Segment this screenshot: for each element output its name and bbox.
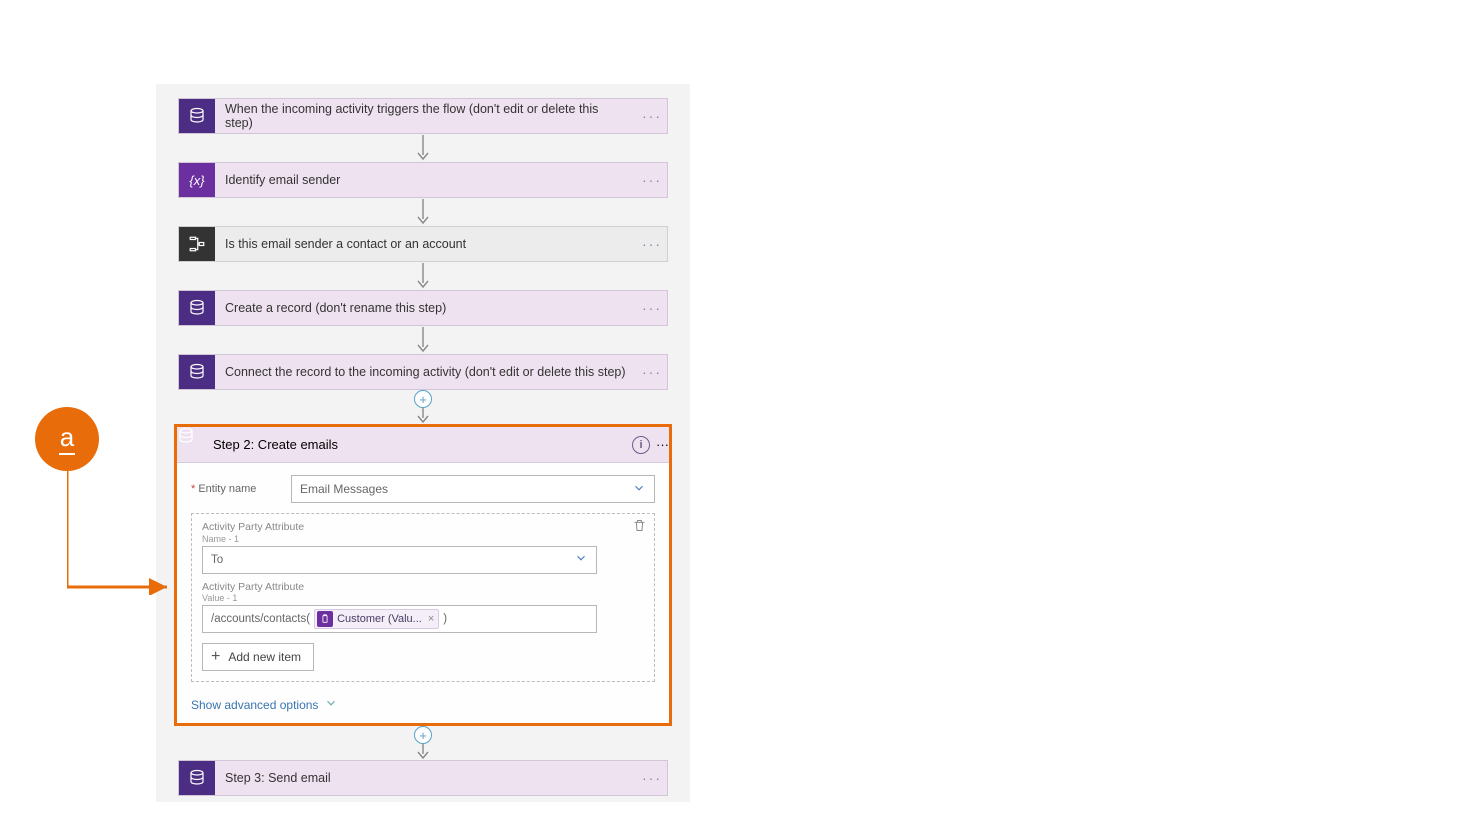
flow-step-create-record[interactable]: Create a record (don't rename this step)… [178,290,668,326]
flow-step-connect-record[interactable]: Connect the record to the incoming activ… [178,354,668,390]
step-label: Step 3: Send email [215,761,637,795]
database-icon [179,761,215,795]
step-label: Identify email sender [215,163,637,197]
variable-icon: {x} [179,163,215,197]
step-menu-button[interactable]: ··· [637,163,667,197]
step-menu-button[interactable]: ··· [637,291,667,325]
attr1-sub: Name - 1 [202,534,644,544]
dynamic-token[interactable]: Customer (Valu... × [314,609,439,629]
entity-name-value: Email Messages [300,482,388,496]
step-menu-button[interactable]: ··· [637,227,667,261]
flow-step-trigger[interactable]: When the incoming activity triggers the … [178,98,668,134]
flow-step-identify[interactable]: {x} Identify email sender ··· [178,162,668,198]
step-label: When the incoming activity triggers the … [215,99,637,133]
add-step-button[interactable]: + [414,390,432,408]
callout-letter: a [60,424,74,450]
attr2-input[interactable]: /accounts/contacts( Customer (Valu... × … [202,605,597,633]
expanded-title: Step 2: Create emails [213,437,632,452]
connector [156,134,690,162]
step-label: Connect the record to the incoming activ… [215,355,637,389]
attr2-prefix: /accounts/contacts( [211,613,310,625]
chevron-down-icon [574,551,588,568]
attr2-label: Activity Party Attribute [202,582,644,594]
attr1-select[interactable]: To [202,546,597,574]
attr2-sub: Value - 1 [202,593,644,603]
add-step-button[interactable]: + [414,726,432,744]
connector [156,262,690,290]
callout-connector [67,471,175,595]
switch-icon [179,227,215,261]
flow-step-condition[interactable]: Is this email sender a contact or an acc… [178,226,668,262]
entity-name-select[interactable]: Email Messages [291,475,655,503]
entity-name-label: * Entity name [191,483,291,495]
step-label: Create a record (don't rename this step) [215,291,637,325]
clipboard-icon [317,611,333,627]
step-menu-button[interactable]: ··· [637,355,667,389]
database-icon [179,355,215,389]
info-icon[interactable]: i [632,436,650,454]
plus-icon: + [211,648,220,666]
attr2-suffix: ) [443,613,447,625]
show-advanced-options-link[interactable]: Show advanced options [191,696,338,713]
show-adv-label: Show advanced options [191,698,318,712]
add-new-item-button[interactable]: + Add new item [202,643,314,671]
chevron-down-icon [324,696,338,713]
attr1-label: Activity Party Attribute [202,522,644,534]
step-menu-button[interactable]: ··· [656,437,669,452]
flow-step-send-email[interactable]: Step 3: Send email ··· [178,760,668,796]
connector [156,198,690,226]
expanded-body: * Entity name Email Messages Activity Pa… [177,463,669,723]
callout-badge: a [35,407,99,471]
step-menu-button[interactable]: ··· [637,99,667,133]
activity-party-group: Activity Party Attribute Name - 1 To Act… [191,513,655,682]
remove-token-button[interactable]: × [428,613,434,625]
callout-circle: a [35,407,99,471]
database-icon [177,427,213,463]
callout-underline [59,453,75,455]
expanded-header[interactable]: Step 2: Create emails i ··· [177,427,669,463]
connector [156,326,690,354]
database-icon [179,291,215,325]
add-item-label: Add new item [228,650,301,664]
connector-with-add: + [156,390,690,424]
delete-group-button[interactable] [632,518,648,534]
step-label: Is this email sender a contact or an acc… [215,227,637,261]
entity-name-row: * Entity name Email Messages [191,475,655,503]
connector-with-add: + [156,726,690,760]
attr1-value: To [211,554,223,566]
token-label: Customer (Valu... [337,613,422,625]
database-icon [179,99,215,133]
flow-step-create-emails: Step 2: Create emails i ··· * Entity nam… [174,424,672,726]
chevron-down-icon [632,481,646,498]
step-menu-button[interactable]: ··· [637,761,667,795]
flow-canvas: When the incoming activity triggers the … [156,84,690,802]
